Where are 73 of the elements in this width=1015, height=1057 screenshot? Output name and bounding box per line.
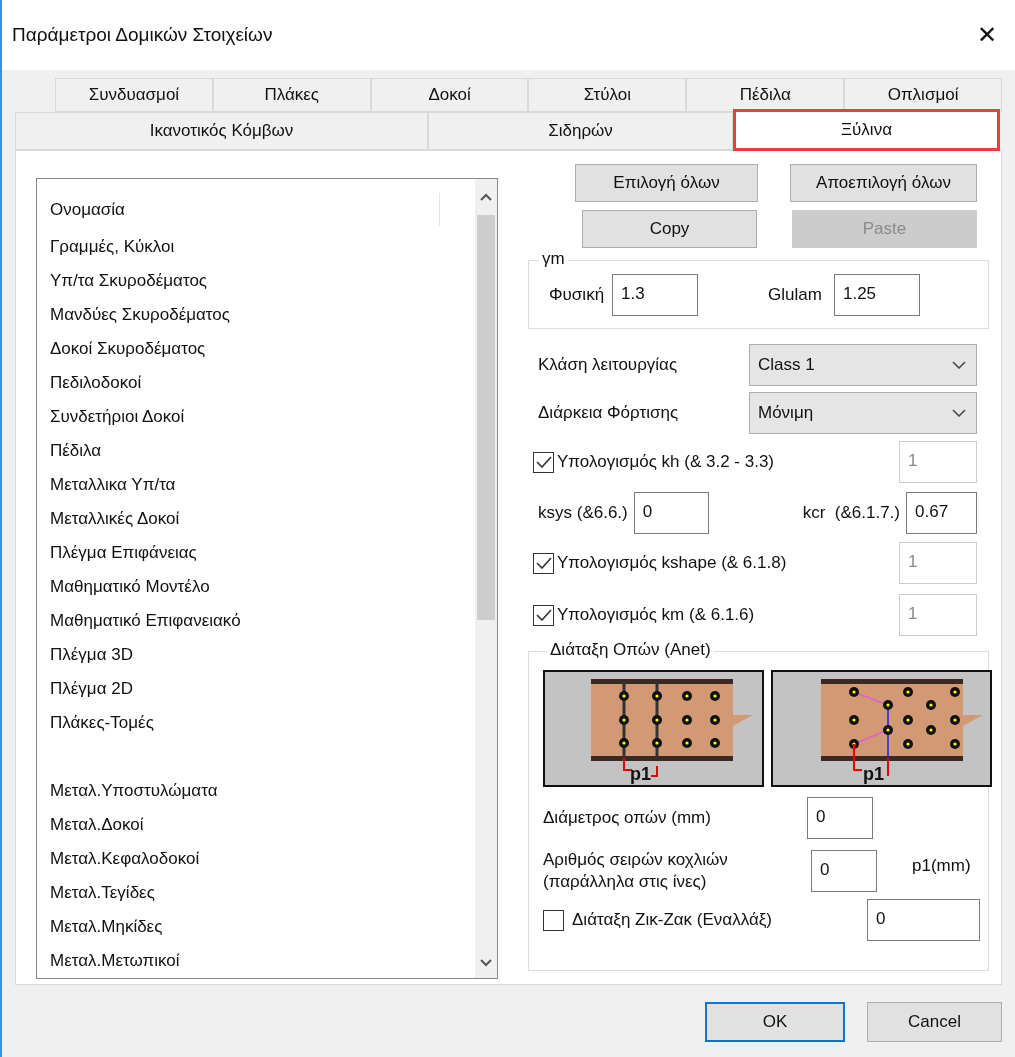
- input-field[interactable]: 0.67: [906, 492, 977, 534]
- scrollbar-thumb[interactable]: [477, 215, 495, 620]
- window-title: Παράμετροι Δομικών Στοιχείων: [12, 22, 273, 47]
- field-label: (παράλληλα στις ίνες): [543, 871, 708, 893]
- list-item[interactable]: Πεδιλοδοκοί: [50, 366, 475, 401]
- input-field[interactable]: 1.3: [612, 273, 699, 316]
- list-item[interactable]: Πλάκες-Τομές: [50, 706, 475, 741]
- field-label: Αριθμός σειρών κοχλιών: [543, 849, 729, 871]
- checkbox-label: Υπολογισμός kshape (& 6.1.8): [557, 552, 787, 575]
- dropdown[interactable]: Class 1: [749, 344, 977, 386]
- button[interactable]: Cancel: [867, 1002, 1002, 1042]
- scroll-down-icon[interactable]: [480, 959, 492, 967]
- field-label: Φυσική: [549, 283, 605, 306]
- dropdown-value: Class 1: [758, 354, 815, 377]
- list-item[interactable]: Συνδετήριοι Δοκοί: [50, 400, 475, 435]
- checkbox-label: Διάταξη Ζικ-Ζακ (Εναλλάξ): [572, 909, 772, 932]
- list-item[interactable]: Πλέγμα Επιφάνειας: [50, 536, 475, 571]
- list-item[interactable]: Μανδύες Σκυροδέματος: [50, 298, 475, 333]
- list-item[interactable]: Μεταλ.Κεφαλοδοκοί: [50, 842, 475, 876]
- tab[interactable]: Στύλοι: [528, 78, 687, 112]
- field-label: ksys (&6.6.): [538, 502, 628, 525]
- list-item[interactable]: Δοκοί Σκυροδέματος: [50, 332, 475, 367]
- button[interactable]: Αποεπιλογή όλων: [790, 164, 977, 202]
- field-label: p1(mm): [912, 855, 971, 878]
- list-item[interactable]: Μεταλ.Μηκίδες: [50, 910, 475, 944]
- list-item[interactable]: Μεταλ.Δοκοί: [50, 808, 475, 842]
- tab[interactable]: Ξύλινα: [733, 109, 1000, 151]
- list-item[interactable]: Μεταλ.Μετωπικοί: [50, 944, 475, 978]
- button[interactable]: Copy: [582, 210, 757, 248]
- diagram-label: p1: [630, 764, 651, 784]
- scroll-up-icon[interactable]: [480, 193, 492, 201]
- list-item[interactable]: Πλέγμα 2D: [50, 672, 475, 707]
- field-label: Glulam: [768, 283, 822, 306]
- checkbox-label: Υπολογισμός km (& 6.1.6): [557, 604, 755, 627]
- checkbox[interactable]: [543, 909, 564, 931]
- tab[interactable]: Πλάκες: [212, 78, 371, 112]
- input-field[interactable]: 0: [867, 899, 980, 941]
- dropdown[interactable]: Μόνιμη: [749, 392, 977, 434]
- column-header[interactable]: Ονομασία: [50, 193, 440, 227]
- input-field[interactable]: 0: [807, 797, 873, 839]
- diagram-label: p1: [863, 764, 884, 784]
- tab[interactable]: Οπλισμοί: [844, 78, 1002, 112]
- list-item[interactable]: Μεταλ.Υποστυλώματα: [50, 774, 475, 808]
- checkbox-label: Υπολογισμός kh (& 3.2 - 3.3): [557, 451, 775, 474]
- field-label: Διάμετρος οπών (mm): [543, 807, 712, 830]
- list-item[interactable]: Πέδιλα: [50, 434, 475, 469]
- button[interactable]: OK: [705, 1002, 845, 1042]
- field-label: kcr (&6.1.7.): [802, 502, 900, 525]
- tab[interactable]: Ικανοτικός Κόμβων: [15, 112, 428, 150]
- field-label: Διάρκεια Φόρτισης: [538, 402, 680, 425]
- list-item[interactable]: Υπ/τα Σκυροδέματος: [50, 264, 475, 299]
- input-field[interactable]: 0: [633, 492, 709, 534]
- list-item[interactable]: Γραμμές, Κύκλοι: [50, 230, 475, 265]
- list-item[interactable]: Μεταλλικα Υπ/τα: [50, 468, 475, 503]
- field-label: Κλάση λειτουργίας: [538, 354, 679, 377]
- group-label: Διάταξη Οπών (Anet): [547, 640, 714, 660]
- tab[interactable]: Δοκοί: [370, 78, 529, 112]
- chevron-down-icon: [952, 361, 966, 369]
- input-field[interactable]: 0: [811, 850, 877, 892]
- tab[interactable]: Σιδηρών: [428, 112, 733, 150]
- button[interactable]: Επιλογή όλων: [575, 164, 758, 202]
- list-item[interactable]: Πλέγμα 3D: [50, 638, 475, 673]
- list-item[interactable]: Μαθηματικό Μοντέλο: [50, 570, 475, 605]
- dropdown-value: Μόνιμη: [758, 402, 814, 425]
- scrollbar[interactable]: [475, 179, 497, 978]
- list-item[interactable]: Μεταλλικές Δοκοί: [50, 502, 475, 537]
- list-item[interactable]: Μαθηματικό Επιφανειακό: [50, 604, 475, 639]
- tab[interactable]: Συνδυασμοί: [55, 78, 213, 112]
- chevron-down-icon: [952, 409, 966, 417]
- input-field[interactable]: 1.25: [833, 273, 920, 316]
- close-button[interactable]: ✕: [973, 23, 1001, 47]
- list-item[interactable]: Μεταλ.Τεγίδες: [50, 876, 475, 910]
- tab[interactable]: Πέδιλα: [686, 78, 845, 112]
